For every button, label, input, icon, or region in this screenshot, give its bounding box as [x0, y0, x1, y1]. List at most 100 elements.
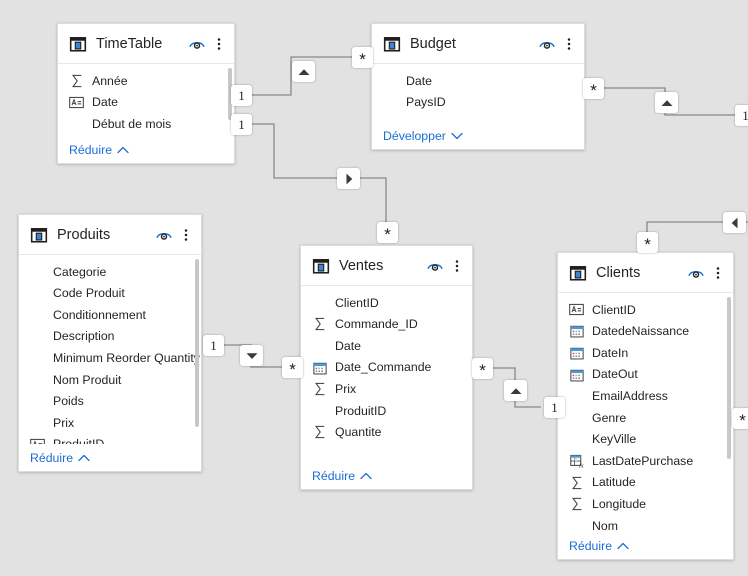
table-field-list-budget[interactable]: Date PaysID [372, 64, 584, 122]
field-name: Conditionnement [53, 307, 146, 322]
field-row[interactable]: KeyVille [558, 429, 733, 451]
cardinality-one-badge[interactable]: 1 [231, 85, 252, 106]
field-name: DatedeNaissance [592, 324, 690, 339]
filter-direction-up-arrow-icon[interactable] [504, 380, 527, 401]
table-title: Ventes [339, 257, 384, 274]
field-row[interactable]: DateIn [558, 342, 733, 364]
table-collapse-link[interactable]: Réduire [58, 136, 234, 163]
hide-table-eye-icon[interactable] [155, 226, 173, 244]
field-row[interactable]: Année [58, 70, 234, 92]
table-header-ventes[interactable]: Ventes [301, 246, 472, 286]
field-row[interactable]: Latitude [558, 472, 733, 494]
field-name: Année [92, 73, 128, 88]
field-row[interactable]: Minimum Reorder Quantity [19, 347, 201, 369]
field-name: Prix [335, 382, 357, 397]
hide-table-eye-icon[interactable] [687, 264, 705, 282]
field-row[interactable]: Quantite [301, 422, 472, 444]
table-expand-link[interactable]: Développer [372, 122, 584, 149]
field-row[interactable]: DatedeNaissance [558, 321, 733, 343]
table-header-clients[interactable]: Clients [558, 253, 733, 293]
cardinality-one-badge[interactable]: 1 [735, 105, 748, 126]
field-row[interactable]: Date [301, 335, 472, 357]
table-field-list-ventes[interactable]: ClientID Commande_ID Date Date_Commande Prix… [301, 286, 472, 462]
field-row[interactable]: Description [19, 326, 201, 348]
field-row[interactable]: fx LastDatePurchase [558, 450, 733, 472]
field-row[interactable]: Longitude [558, 493, 733, 515]
filter-direction-left-arrow-icon[interactable] [723, 212, 746, 233]
table-more-options-icon[interactable] [711, 264, 725, 282]
cardinality-many-badge[interactable]: * [377, 222, 398, 244]
table-card-produits[interactable]: Produits Categorie Code Produit Conditionne… [18, 214, 202, 472]
field-name: DateOut [592, 367, 638, 382]
field-name: Début de mois [92, 116, 172, 131]
field-row[interactable]: Date [372, 70, 584, 92]
field-row[interactable]: PaysID [372, 92, 584, 114]
table-expand-label: Développer [383, 128, 446, 143]
table-header-budget[interactable]: Budget [372, 24, 584, 64]
filter-direction-up-arrow-icon[interactable] [292, 61, 315, 82]
text-icon [69, 95, 84, 110]
table-card-ventes[interactable]: Ventes ClientID Commande_ID Date Date_Comman… [300, 245, 473, 490]
table-more-options-icon[interactable] [562, 35, 576, 53]
hide-table-eye-icon[interactable] [426, 257, 444, 275]
table-vertical-scrollbar[interactable] [195, 259, 199, 427]
table-card-clients[interactable]: Clients ClientID DatedeNaissance DateIn Date… [557, 252, 734, 560]
model-diagram-canvas[interactable]: TimeTable Année Date Début de mois Réduire Bu… [0, 0, 748, 576]
cardinality-many-badge[interactable]: * [583, 78, 604, 100]
field-row[interactable]: Genre [558, 407, 733, 429]
field-row[interactable]: EmailAddress [558, 385, 733, 407]
table-vertical-scrollbar[interactable] [727, 297, 731, 459]
field-row[interactable]: ProduitID [19, 434, 201, 444]
field-row[interactable]: Categorie [19, 261, 201, 283]
field-row[interactable]: Nom Produit [19, 369, 201, 391]
cardinality-many-badge[interactable]: * [472, 358, 493, 380]
field-row[interactable]: Prix [19, 412, 201, 434]
table-more-options-icon[interactable] [212, 35, 226, 53]
table-more-options-icon[interactable] [179, 226, 193, 244]
table-collapse-link[interactable]: Réduire [19, 444, 201, 471]
table-collapse-link[interactable]: Réduire [301, 462, 472, 489]
filter-direction-down-arrow-icon[interactable] [240, 345, 263, 366]
table-card-timetable[interactable]: TimeTable Année Date Début de mois Réduire [57, 23, 235, 164]
field-row[interactable]: Prix [301, 378, 472, 400]
table-header-produits[interactable]: Produits [19, 215, 201, 255]
field-row[interactable]: Date_Commande [301, 357, 472, 379]
table-card-budget[interactable]: Budget Date PaysID Développer [371, 23, 585, 150]
relationship-line-timetable-ventes[interactable] [250, 123, 387, 231]
table-field-list-clients[interactable]: ClientID DatedeNaissance DateIn DateOut Emai… [558, 293, 733, 532]
cardinality-many-badge[interactable]: * [637, 232, 658, 254]
field-row[interactable]: ClientID [301, 292, 472, 314]
cardinality-one-badge[interactable]: 1 [544, 397, 565, 418]
table-collapse-link[interactable]: Réduire [558, 532, 733, 559]
table-title: TimeTable [96, 35, 163, 52]
field-row[interactable]: Poids [19, 391, 201, 413]
cardinality-one-badge[interactable]: 1 [203, 335, 224, 356]
field-row[interactable]: Conditionnement [19, 304, 201, 326]
field-row[interactable]: Nom [558, 515, 733, 532]
cardinality-one-badge[interactable]: 1 [231, 114, 252, 135]
hide-table-eye-icon[interactable] [188, 35, 206, 53]
table-field-list-produits[interactable]: Categorie Code Produit Conditionnement Desc… [19, 255, 201, 444]
text-icon [569, 302, 584, 317]
table-field-list-timetable[interactable]: Année Date Début de mois [58, 64, 234, 136]
field-row[interactable]: ProduitID [301, 400, 472, 422]
field-row[interactable]: DateOut [558, 364, 733, 386]
filter-direction-right-arrow-icon[interactable] [337, 168, 360, 189]
field-name: ClientID [592, 302, 636, 317]
hide-table-eye-icon[interactable] [538, 35, 556, 53]
field-row[interactable]: Code Produit [19, 283, 201, 305]
field-row[interactable]: ClientID [558, 299, 733, 321]
sigma-icon [312, 317, 327, 332]
filter-direction-up-arrow-icon[interactable] [655, 92, 678, 113]
field-row[interactable]: Date [58, 92, 234, 114]
table-more-options-icon[interactable] [450, 257, 464, 275]
field-row[interactable]: Début de mois [58, 113, 234, 135]
calendar-icon [569, 324, 584, 339]
cardinality-many-badge[interactable]: * [352, 47, 373, 69]
table-header-timetable[interactable]: TimeTable [58, 24, 234, 64]
cardinality-many-badge[interactable]: * [282, 357, 303, 379]
field-row[interactable]: Commande_ID [301, 314, 472, 336]
cardinality-many-badge[interactable]: * [732, 408, 748, 430]
field-name: Longitude [592, 496, 647, 511]
field-name: Genre [592, 410, 627, 425]
